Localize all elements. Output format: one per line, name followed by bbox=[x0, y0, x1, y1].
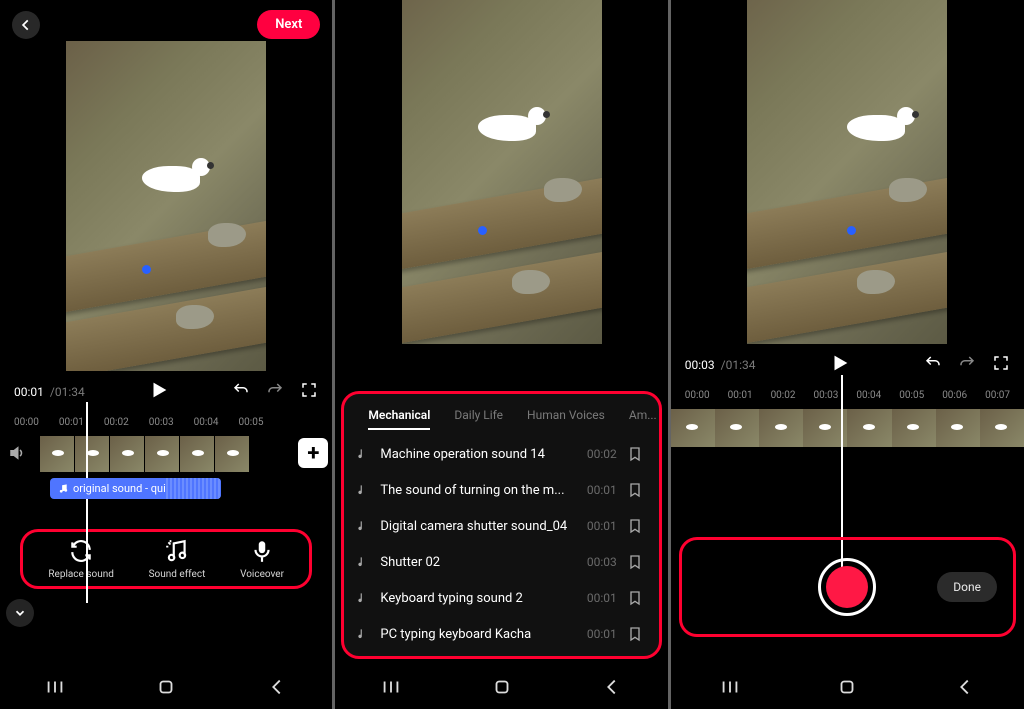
video-preview[interactable] bbox=[671, 0, 1024, 344]
recents-button[interactable] bbox=[380, 676, 402, 702]
time-ruler: 00:0000:0100:0200:0300:0400:0500:0600:07 bbox=[671, 386, 1024, 403]
tab-mechanical[interactable]: Mechanical bbox=[368, 408, 430, 422]
replace-sound-button[interactable]: Replace sound bbox=[48, 538, 114, 580]
undo-button[interactable] bbox=[924, 354, 942, 376]
list-item[interactable]: Shutter 0200:03 bbox=[348, 544, 654, 580]
time-ruler: 00:0000:0100:0200:0300:0400:05 bbox=[0, 413, 332, 430]
home-button[interactable] bbox=[836, 676, 858, 702]
timeline[interactable]: + original sound - quizlightning bbox=[0, 430, 332, 503]
bookmark-icon[interactable] bbox=[627, 626, 643, 642]
next-button[interactable]: Next bbox=[257, 10, 320, 39]
list-item[interactable]: Digital camera shutter sound_0400:01 bbox=[348, 508, 654, 544]
sound-effect-button[interactable]: Sound effect bbox=[149, 538, 206, 580]
bookmark-icon[interactable] bbox=[627, 590, 643, 606]
list-item[interactable]: PC typing keyboard Kacha00:01 bbox=[348, 616, 654, 652]
tab-more[interactable]: Am... bbox=[629, 408, 657, 422]
record-button[interactable] bbox=[818, 558, 876, 616]
sound-track-label: original sound - quizlightning bbox=[73, 482, 213, 495]
time-elapsed: 00:03 bbox=[685, 358, 715, 372]
system-navbar bbox=[0, 669, 332, 709]
system-back-button[interactable] bbox=[954, 676, 976, 702]
list-item[interactable]: Machine operation sound 1400:02 bbox=[348, 436, 654, 472]
time-total: /01:34 bbox=[50, 385, 85, 399]
home-button[interactable] bbox=[491, 676, 513, 702]
timeline[interactable] bbox=[671, 403, 1024, 447]
video-preview[interactable] bbox=[0, 49, 332, 371]
tab-daily-life[interactable]: Daily Life bbox=[454, 408, 503, 422]
recents-button[interactable] bbox=[719, 676, 741, 702]
bookmark-icon[interactable] bbox=[627, 518, 643, 534]
sound-effect-sheet: Mechanical Daily Life Human Voices Am...… bbox=[341, 391, 661, 659]
redo-button[interactable] bbox=[958, 354, 976, 376]
back-button[interactable] bbox=[12, 11, 40, 39]
undo-button[interactable] bbox=[232, 381, 250, 403]
play-button[interactable] bbox=[148, 379, 170, 405]
bookmark-icon[interactable] bbox=[627, 482, 643, 498]
done-button[interactable]: Done bbox=[937, 572, 997, 602]
bookmark-icon[interactable] bbox=[627, 554, 643, 570]
voiceover-button[interactable]: Voiceover bbox=[240, 538, 284, 580]
sfx-tabs: Mechanical Daily Life Human Voices Am... bbox=[344, 402, 658, 430]
fullscreen-button[interactable] bbox=[300, 381, 318, 403]
system-back-button[interactable] bbox=[266, 676, 288, 702]
play-button[interactable] bbox=[829, 352, 851, 378]
system-navbar bbox=[671, 669, 1024, 709]
home-button[interactable] bbox=[155, 676, 177, 702]
list-item[interactable]: Keyboard typing sound 200:01 bbox=[348, 580, 654, 616]
redo-button[interactable] bbox=[266, 381, 284, 403]
system-navbar bbox=[335, 669, 667, 709]
time-elapsed: 00:01 bbox=[14, 385, 44, 399]
expand-button[interactable] bbox=[6, 599, 34, 627]
system-back-button[interactable] bbox=[601, 676, 623, 702]
add-clip-button[interactable]: + bbox=[298, 438, 328, 468]
video-preview[interactable] bbox=[335, 0, 667, 344]
editor-panel-1: Next 00:01/01:34 00:0000:0100:0200:0300:… bbox=[0, 0, 332, 709]
volume-icon[interactable] bbox=[8, 444, 26, 466]
tab-human-voices[interactable]: Human Voices bbox=[527, 408, 605, 422]
sound-track-chip[interactable]: original sound - quizlightning bbox=[50, 478, 221, 499]
editor-panel-2: Mechanical Daily Life Human Voices Am...… bbox=[335, 0, 667, 709]
sfx-list[interactable]: Machine operation sound 1400:02 The soun… bbox=[344, 430, 658, 652]
recents-button[interactable] bbox=[44, 676, 66, 702]
audio-tools-highlight: Replace sound Sound effect Voiceover bbox=[20, 529, 312, 589]
bookmark-icon[interactable] bbox=[627, 446, 643, 462]
fullscreen-button[interactable] bbox=[992, 354, 1010, 376]
playhead[interactable] bbox=[86, 402, 88, 603]
voiceover-record-highlight: Done bbox=[679, 537, 1016, 637]
list-item[interactable]: The sound of turning on the m...00:01 bbox=[348, 472, 654, 508]
time-total: /01:34 bbox=[721, 358, 756, 372]
editor-panel-3: 00:03/01:34 00:0000:0100:0200:0300:0400:… bbox=[671, 0, 1024, 709]
